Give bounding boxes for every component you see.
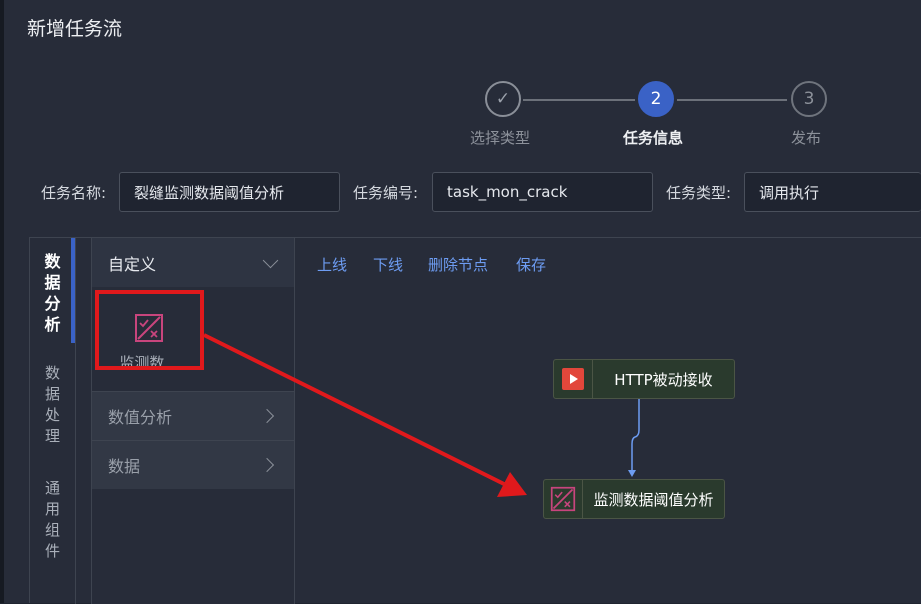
step-2-label: 任务信息 bbox=[622, 129, 683, 147]
category-header-label: 自定义 bbox=[108, 254, 157, 274]
step-connector bbox=[523, 99, 635, 101]
node-label: HTTP被动接收 bbox=[614, 370, 713, 389]
task-type-select[interactable]: 调用执行 bbox=[744, 172, 921, 212]
task-code-input[interactable]: task_mon_crack bbox=[432, 172, 653, 212]
step-1-check-icon: ✓ bbox=[485, 81, 521, 117]
category-item-label: 数据 bbox=[108, 457, 141, 476]
step-3-circle: 3 bbox=[791, 81, 827, 117]
node-label: 监测数据阈值分析 bbox=[593, 490, 714, 509]
step-3-label: 发布 bbox=[790, 129, 821, 147]
online-button[interactable]: 上线 bbox=[317, 254, 347, 275]
step-1-label: 选择类型 bbox=[469, 129, 530, 147]
tab-data-processing[interactable]: 数据处理 bbox=[30, 363, 75, 447]
task-name-input[interactable]: 裂缝监测数据阈值分析 bbox=[119, 172, 340, 212]
category-custom-body: 监测数... bbox=[92, 287, 294, 391]
chevron-down-icon bbox=[262, 252, 279, 269]
highlight-box bbox=[95, 290, 204, 370]
task-code-label: 任务编号: bbox=[353, 184, 419, 202]
flow-node-http-receive[interactable]: HTTP被动接收 bbox=[553, 359, 735, 399]
step-connector bbox=[677, 99, 787, 101]
vertical-tabs: 数据分析 数据处理 通用组件 bbox=[30, 238, 76, 604]
tab-common-components[interactable]: 通用组件 bbox=[30, 478, 75, 562]
component-category-list: 自定义 监测数... 数值分析 数据 bbox=[91, 238, 295, 604]
delete-node-button[interactable]: 删除节点 bbox=[428, 254, 488, 275]
tab-label: 通用组件 bbox=[44, 479, 60, 560]
tab-label: 数据处理 bbox=[44, 364, 60, 445]
category-numeric-analysis[interactable]: 数值分析 bbox=[92, 391, 294, 440]
play-icon bbox=[554, 360, 593, 398]
tab-data-analysis[interactable]: 数据分析 bbox=[30, 251, 75, 335]
task-type-label: 任务类型: bbox=[666, 184, 732, 202]
flow-node-threshold-analysis[interactable]: 监测数据阈值分析 bbox=[543, 479, 725, 519]
chevron-right-icon bbox=[259, 457, 275, 473]
step-2-circle: 2 bbox=[638, 81, 674, 117]
save-button[interactable]: 保存 bbox=[516, 254, 546, 275]
category-data[interactable]: 数据 bbox=[92, 440, 294, 489]
offline-button[interactable]: 下线 bbox=[373, 254, 403, 275]
dialog-title: 新增任务流 bbox=[27, 18, 123, 40]
flow-editor-panel: 数据分析 数据处理 通用组件 自定义 监测数... 数值分析 数据 bbox=[29, 237, 921, 604]
category-custom-header[interactable]: 自定义 bbox=[92, 238, 294, 287]
tab-label: 数据分析 bbox=[44, 252, 61, 334]
threshold-analysis-icon bbox=[544, 480, 583, 518]
category-item-label: 数值分析 bbox=[108, 408, 173, 427]
task-name-label: 任务名称: bbox=[41, 184, 107, 202]
chevron-right-icon bbox=[259, 408, 275, 424]
new-task-flow-dialog: 新增任务流 ✓ 2 3 选择类型 任务信息 发布 任务名称: 裂缝监测数据阈值分… bbox=[4, 0, 921, 604]
